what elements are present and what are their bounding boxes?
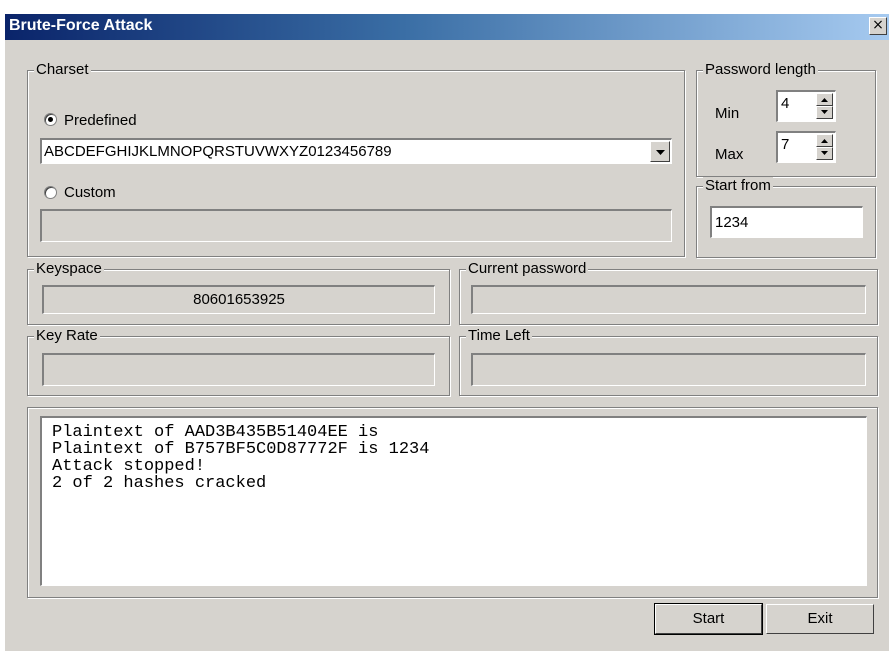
charset-group: Charset Predefined ABCDEFGHIJKLMNOPQRSTU… (27, 61, 685, 257)
log-line: Plaintext of B757BF5C0D87772F is 1234 (52, 440, 430, 459)
max-length-spinbox[interactable]: 7 (776, 131, 836, 163)
arrow-up-icon (821, 98, 828, 102)
close-button[interactable]: × (869, 17, 887, 35)
key-rate-group: Key Rate (27, 327, 450, 396)
arrow-down-icon (821, 110, 828, 114)
keyspace-legend: Keyspace (34, 260, 104, 277)
log-frame: Plaintext of AAD3B435B51404EE is Plainte… (27, 407, 878, 598)
log-line: Attack stopped! (52, 457, 206, 476)
time-left-group: Time Left (459, 327, 878, 396)
start-from-input[interactable]: 1234 (710, 206, 863, 238)
min-increment-button[interactable] (816, 93, 833, 106)
start-button[interactable]: Start (654, 603, 763, 635)
keyspace-value: 80601653925 (193, 291, 285, 308)
min-decrement-button[interactable] (816, 106, 833, 119)
arrow-up-icon (821, 139, 828, 143)
window-title: Brute-Force Attack (9, 17, 153, 34)
max-label: Max (715, 146, 744, 163)
keyspace-group: Keyspace 80601653925 (27, 260, 450, 325)
time-left-display (471, 353, 866, 386)
chevron-down-icon (656, 150, 665, 155)
keyspace-display: 80601653925 (42, 285, 435, 314)
start-from-legend: Start from (703, 177, 773, 194)
custom-charset-input[interactable] (40, 209, 672, 242)
max-increment-button[interactable] (816, 134, 833, 147)
predefined-charset-value: ABCDEFGHIJKLMNOPQRSTUVWXYZ0123456789 (44, 143, 392, 160)
min-length-value: 4 (781, 95, 790, 112)
password-length-group: Password length Min 4 Max 7 (696, 61, 876, 177)
log-output[interactable]: Plaintext of AAD3B435B51404EE is Plainte… (40, 416, 867, 586)
key-rate-legend: Key Rate (34, 327, 100, 344)
predefined-radio[interactable] (44, 113, 57, 126)
current-password-group: Current password (459, 260, 878, 325)
min-label: Min (715, 105, 740, 122)
radio-selected-dot (48, 117, 53, 122)
max-decrement-button[interactable] (816, 147, 833, 160)
arrow-down-icon (821, 151, 828, 155)
password-length-legend: Password length (703, 61, 818, 78)
close-icon: × (872, 17, 884, 33)
brute-force-dialog: Brute-Force Attack × Charset Predefined … (5, 14, 889, 651)
charset-legend: Charset (34, 61, 91, 78)
max-length-value: 7 (781, 136, 790, 153)
log-line: Plaintext of AAD3B435B51404EE is (52, 423, 379, 442)
time-left-legend: Time Left (466, 327, 532, 344)
predefined-label[interactable]: Predefined (64, 112, 137, 129)
current-password-display (471, 285, 866, 314)
custom-label[interactable]: Custom (64, 184, 116, 201)
start-from-value: 1234 (715, 214, 749, 231)
key-rate-display (42, 353, 435, 386)
current-password-legend: Current password (466, 260, 589, 277)
exit-button[interactable]: Exit (766, 604, 874, 634)
start-from-group: Start from 1234 (696, 177, 876, 258)
title-bar[interactable]: Brute-Force Attack × (5, 14, 889, 40)
custom-radio[interactable] (44, 186, 57, 199)
log-line: 2 of 2 hashes cracked (52, 474, 267, 493)
combobox-dropdown-button[interactable] (650, 141, 670, 162)
min-length-spinbox[interactable]: 4 (776, 90, 836, 122)
predefined-charset-combobox[interactable]: ABCDEFGHIJKLMNOPQRSTUVWXYZ0123456789 (40, 138, 672, 164)
